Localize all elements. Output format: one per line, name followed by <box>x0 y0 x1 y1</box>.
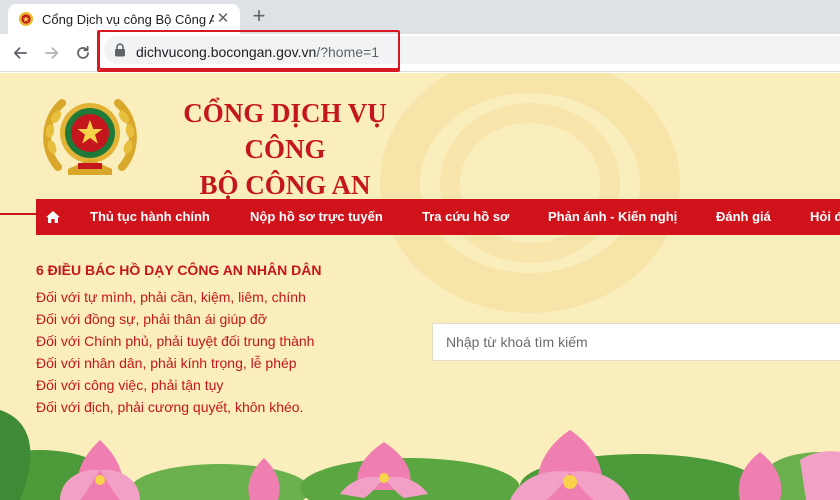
nav-item-tra-cuu[interactable]: Tra cứu hồ sơ <box>422 199 509 235</box>
teachings-heading: 6 ĐIỀU BÁC HỒ DẠY CÔNG AN NHÂN DÂN <box>36 262 322 278</box>
portal-title-line1: CỔNG DỊCH VỤ CÔNG <box>183 98 387 164</box>
search-box <box>432 323 840 361</box>
list-item: Đối với Chính phủ, phải tuyệt đối trung … <box>36 333 315 349</box>
plus-icon[interactable]: + <box>247 5 271 29</box>
back-button[interactable] <box>8 41 32 65</box>
home-icon <box>46 211 60 223</box>
nav-item-nop-ho-so[interactable]: Nộp hồ sơ trực tuyến <box>250 199 383 235</box>
left-divider <box>0 213 36 215</box>
portal-title[interactable]: CỔNG DỊCH VỤ CÔNG BỘ CÔNG AN <box>160 95 410 203</box>
nav-home[interactable] <box>36 199 70 235</box>
search-input[interactable] <box>433 324 840 360</box>
lotus-decoration <box>0 410 840 500</box>
list-item: Đối với nhân dân, phải kính trọng, lễ ph… <box>36 355 297 371</box>
list-item: Đối với đồng sự, phải thân ái giúp đỡ <box>36 311 267 327</box>
drum-pattern-decoration-inner <box>440 103 620 263</box>
arrow-left-icon <box>13 47 27 59</box>
tab-title: Cổng Dịch vụ công Bộ Công An <box>42 11 214 27</box>
police-emblem-icon <box>19 12 33 26</box>
nav-item-thu-tuc[interactable]: Thủ tục hành chính <box>90 199 210 235</box>
police-emblem-logo[interactable] <box>38 89 142 179</box>
page-content: CỔNG DỊCH VỤ CÔNG BỘ CÔNG AN Thủ tục hàn… <box>0 73 840 500</box>
forward-button[interactable] <box>40 41 64 65</box>
address-bar-highlight-box <box>97 30 400 72</box>
reload-button[interactable] <box>71 41 95 65</box>
close-icon[interactable]: ✕ <box>214 10 232 28</box>
nav-item-danh-gia[interactable]: Đánh giá <box>716 199 771 235</box>
list-item: Đối với tự mình, phải cần, kiệm, liêm, c… <box>36 289 306 305</box>
nav-item-hoi-dap[interactable]: Hỏi đ <box>810 199 840 235</box>
arrow-right-icon <box>45 47 59 59</box>
reload-icon <box>77 45 89 59</box>
browser-tab-strip: Cổng Dịch vụ công Bộ Công An ✕ + <box>0 0 840 34</box>
portal-title-line2: BỘ CÔNG AN <box>199 170 371 200</box>
nav-item-phan-anh[interactable]: Phản ánh - Kiến nghị <box>548 199 677 235</box>
main-nav: Thủ tục hành chính Nộp hồ sơ trực tuyến … <box>36 199 840 235</box>
